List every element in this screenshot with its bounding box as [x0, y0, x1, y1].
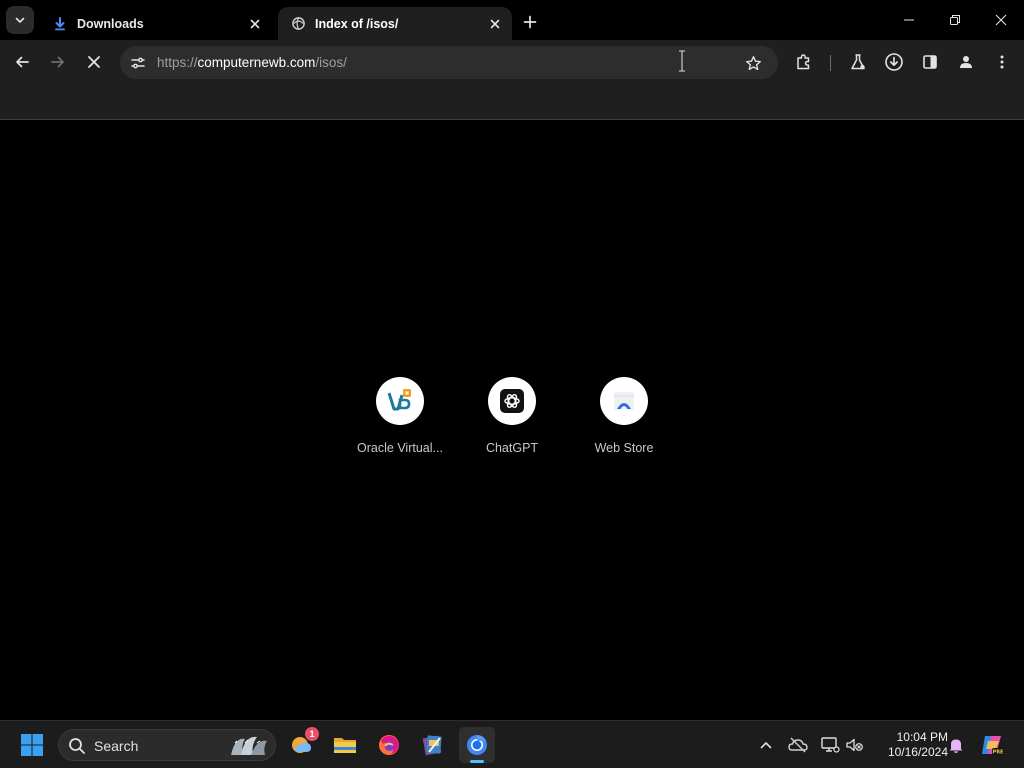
stop-loading-button[interactable] — [80, 48, 108, 76]
taskbar-file-explorer[interactable] — [327, 727, 363, 763]
speaker-muted-icon — [846, 738, 863, 752]
taskbar-widgets[interactable]: 1 — [284, 727, 320, 763]
loading-globe-icon — [290, 16, 306, 32]
onedrive-tray-icon[interactable] — [786, 733, 810, 757]
monitor-network-icon — [821, 737, 840, 753]
star-icon — [745, 55, 761, 70]
start-button[interactable] — [14, 727, 50, 763]
shortcut-label: Web Store — [594, 441, 654, 455]
tab-index-of-isos[interactable]: Index of /isos/ — [278, 7, 512, 40]
shortcut-chatgpt[interactable]: ChatGPT — [456, 377, 568, 465]
taskbar-firefox[interactable] — [371, 727, 407, 763]
network-tray-icon[interactable] — [818, 733, 842, 757]
tune-icon — [131, 57, 145, 69]
tab-strip: Downloads Index of /isos/ — [0, 0, 1024, 40]
show-hidden-icons-button[interactable] — [754, 733, 778, 757]
search-icon — [69, 738, 85, 754]
taskbar-search-box[interactable]: Search — [58, 729, 276, 761]
tab-title: Downloads — [77, 16, 144, 31]
download-circle-icon — [885, 53, 903, 71]
profile-button[interactable] — [952, 48, 980, 76]
close-tab-icon[interactable] — [486, 15, 504, 33]
arrow-left-icon — [16, 56, 29, 68]
windows-taskbar: Search 1 10:04 PM 10/16/2024 PRE — [0, 720, 1024, 768]
menu-button[interactable] — [988, 48, 1016, 76]
address-bar[interactable]: https://computernewb.com/isos/ — [120, 46, 778, 79]
shortcut-web-store[interactable]: Web Store — [568, 377, 680, 465]
svg-text:PRE: PRE — [993, 750, 1005, 756]
url-path: /isos/ — [315, 55, 347, 70]
downloads-button[interactable] — [880, 48, 908, 76]
windows-logo-icon — [21, 734, 43, 756]
active-app-indicator — [470, 760, 484, 763]
close-tab-icon[interactable] — [246, 15, 264, 33]
url-host: computernewb.com — [197, 55, 316, 70]
clock-time: 10:04 PM — [896, 730, 948, 744]
clock-date: 10/16/2024 — [887, 745, 948, 759]
person-icon — [960, 56, 972, 68]
volume-tray-icon[interactable] — [843, 733, 867, 757]
minimize-icon — [904, 19, 914, 21]
plus-icon — [523, 15, 537, 29]
chevron-up-icon — [760, 742, 772, 749]
shortcut-label: ChatGPT — [485, 441, 539, 455]
web-store-icon — [614, 392, 634, 410]
puzzle-icon — [797, 54, 810, 70]
forward-button[interactable] — [44, 48, 72, 76]
screen: Downloads Index of /isos/ https://comput… — [0, 0, 1024, 768]
more-vertical-icon — [1000, 55, 1004, 69]
taskbar-chrome[interactable] — [459, 727, 495, 763]
virtualbox-icon — [387, 389, 411, 411]
search-highlight-icon — [231, 736, 267, 755]
firefox-icon — [379, 735, 399, 755]
back-button[interactable] — [8, 48, 36, 76]
download-icon — [52, 16, 68, 32]
taskbar-clock[interactable]: 10:04 PM 10/16/2024 — [872, 730, 948, 760]
taskbar-winrar[interactable] — [415, 727, 451, 763]
bookmark-star-button[interactable] — [742, 52, 764, 74]
url-scheme: https:// — [157, 55, 198, 70]
copilot-button[interactable]: PRE — [978, 731, 1006, 759]
shortcut-icon-container — [600, 377, 648, 425]
extensions-button[interactable] — [790, 48, 818, 76]
cloud-off-icon — [788, 737, 808, 753]
side-panel-button[interactable] — [916, 48, 944, 76]
toolbar-separator — [830, 55, 831, 71]
close-icon — [995, 14, 1007, 26]
tab-search-button[interactable] — [6, 6, 34, 34]
tab-title: Index of /isos/ — [315, 16, 399, 31]
arrow-right-icon — [51, 56, 64, 68]
folder-icon — [334, 738, 356, 753]
shortcut-icon-container — [488, 377, 536, 425]
tab-downloads[interactable]: Downloads — [40, 7, 272, 40]
new-tab-button[interactable] — [518, 10, 542, 34]
chrome-icon — [467, 735, 487, 755]
shortcut-oracle-virtualbox[interactable]: Oracle Virtual... — [344, 377, 456, 465]
archive-icon — [422, 735, 442, 756]
bell-icon — [949, 739, 963, 753]
chevron-down-icon — [15, 17, 25, 23]
copilot-icon: PRE — [982, 736, 1005, 756]
new-tab-page: Oracle Virtual... ChatGPT Web Store — [0, 121, 1024, 720]
restore-icon — [950, 15, 960, 25]
chatgpt-icon — [500, 389, 524, 413]
site-info-button[interactable] — [128, 53, 148, 73]
text-cursor-icon — [679, 50, 685, 72]
close-window-button[interactable] — [978, 0, 1024, 40]
shortcut-label: Oracle Virtual... — [357, 441, 443, 455]
notification-badge: 1 — [305, 727, 319, 741]
side-panel-icon — [923, 55, 937, 69]
bookmarks-bar — [0, 84, 1024, 120]
flask-icon — [851, 54, 865, 70]
search-placeholder: Search — [94, 738, 139, 754]
minimize-button[interactable] — [886, 0, 932, 40]
labs-button[interactable] — [844, 48, 872, 76]
stop-icon — [88, 56, 100, 68]
url-text[interactable]: https://computernewb.com/isos/ — [157, 55, 347, 70]
restore-button[interactable] — [932, 0, 978, 40]
notifications-button[interactable] — [944, 733, 968, 757]
shortcut-icon-container — [376, 377, 424, 425]
